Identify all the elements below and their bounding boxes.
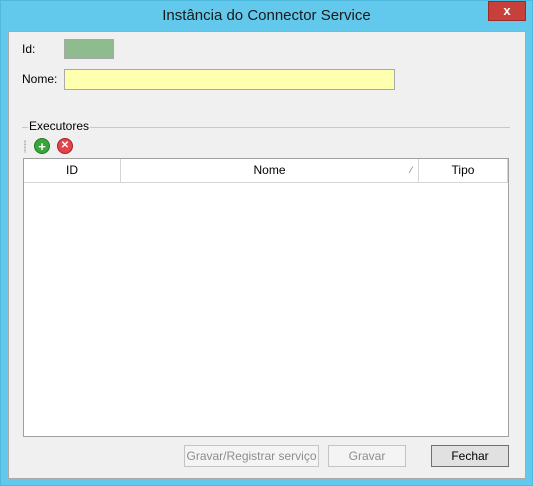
column-header-tipo[interactable]: Tipo	[419, 159, 508, 183]
close-window-button[interactable]: x	[488, 1, 526, 21]
toolbar-grip	[24, 140, 26, 153]
column-header-nome-label: Nome	[253, 163, 286, 177]
title-bar[interactable]: Instância do Connector Service x	[1, 1, 532, 31]
id-label: Id:	[22, 42, 36, 56]
column-header-tipo-label: Tipo	[451, 163, 475, 177]
window-title: Instância do Connector Service	[162, 7, 371, 24]
dialog-window: Instância do Connector Service x Id: Nom…	[0, 0, 533, 486]
add-icon: +	[38, 139, 46, 154]
sort-indicator-icon: ⁄	[410, 165, 412, 175]
dialog-content: Id: Nome: Executores + ✕ ID Nome ⁄ Tipo …	[8, 31, 526, 479]
executors-group-title: Executores	[28, 119, 91, 133]
executors-table[interactable]: ID Nome ⁄ Tipo	[23, 158, 509, 437]
column-header-id-label: ID	[66, 163, 78, 177]
add-executor-button[interactable]: +	[34, 138, 50, 154]
column-header-id[interactable]: ID	[24, 159, 121, 183]
save-button[interactable]: Gravar	[328, 445, 406, 467]
column-header-nome[interactable]: Nome ⁄	[121, 159, 419, 183]
close-button[interactable]: Fechar	[431, 445, 509, 467]
remove-executor-button[interactable]: ✕	[57, 138, 73, 154]
executors-toolbar: + ✕	[22, 135, 509, 157]
save-register-button[interactable]: Gravar/Registrar serviço	[184, 445, 319, 467]
remove-icon: ✕	[60, 140, 70, 151]
name-input[interactable]	[64, 69, 395, 90]
id-field	[64, 39, 114, 59]
close-icon: x	[503, 3, 511, 18]
name-label: Nome:	[22, 72, 58, 86]
